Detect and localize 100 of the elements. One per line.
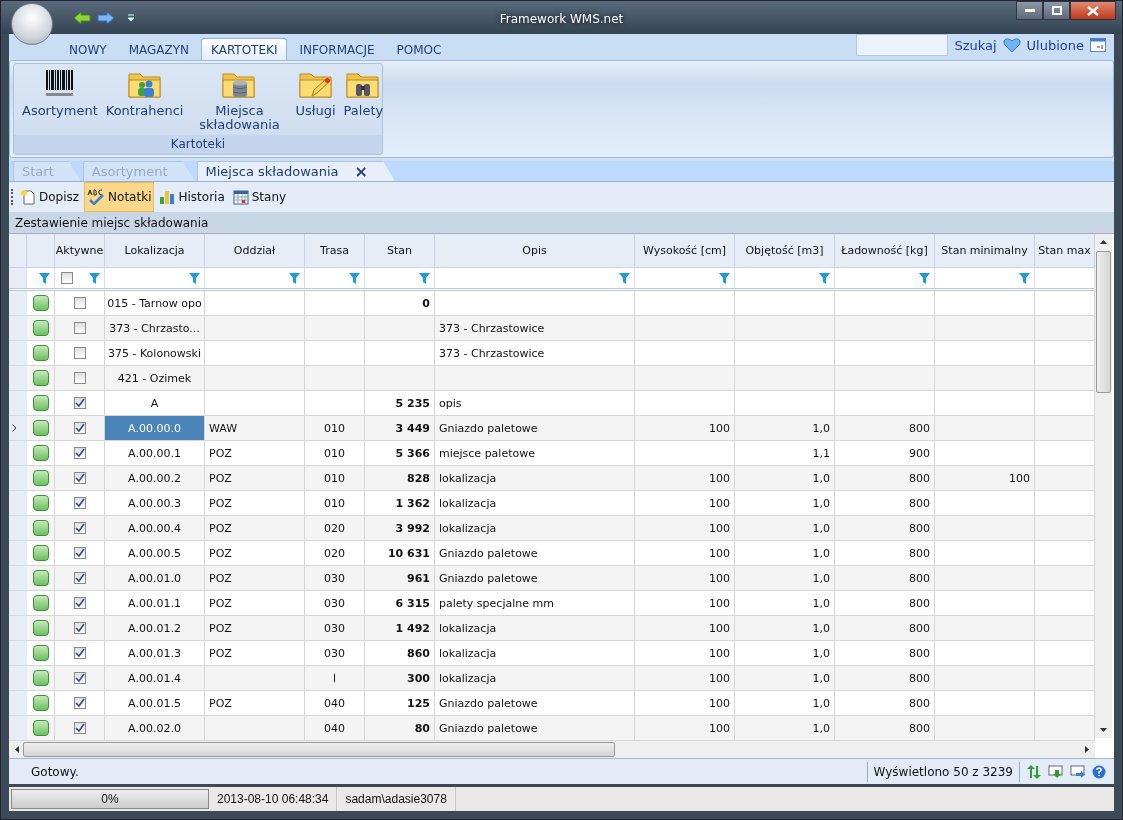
scroll-up-icon[interactable]	[1100, 240, 1107, 244]
column-header[interactable]: Trasa	[305, 234, 365, 268]
ribbon-tab[interactable]: KARTOTEKI	[201, 38, 288, 60]
filter-icon[interactable]	[89, 272, 100, 284]
table-cell: 100	[635, 666, 735, 691]
status-indicator	[32, 695, 49, 711]
active-checkbox[interactable]	[73, 497, 86, 509]
table-cell	[365, 316, 435, 341]
active-checkbox[interactable]	[73, 422, 86, 434]
table-cell: 100	[635, 616, 735, 641]
table-cell: POZ	[205, 516, 305, 541]
column-header[interactable]: Objętość [m3]	[735, 234, 835, 268]
ribbon-button[interactable]: Asortyment	[20, 68, 100, 118]
horizontal-scrollbar[interactable]	[9, 741, 1095, 758]
search-button[interactable]: Szukaj	[954, 37, 997, 53]
status-indicator	[32, 320, 49, 336]
filter-icon[interactable]	[1019, 272, 1030, 284]
active-checkbox[interactable]	[73, 697, 86, 709]
table-cell: A.00.01.4	[105, 666, 205, 691]
toolbar-button[interactable]: Stany	[229, 182, 290, 212]
search-field[interactable]	[856, 34, 949, 56]
scroll-right-icon[interactable]	[1085, 746, 1089, 753]
column-header[interactable]: Stan	[365, 234, 435, 268]
scrollbar-thumb[interactable]	[1096, 251, 1111, 393]
scroll-left-icon[interactable]	[15, 746, 19, 753]
column-header[interactable]: Oddział	[205, 234, 305, 268]
application-orb[interactable]	[11, 3, 53, 45]
table-cell: 030	[305, 616, 365, 641]
table-cell: Gniazdo paletowe	[435, 416, 635, 441]
scrollbar-thumb[interactable]	[23, 742, 615, 757]
help-icon[interactable]	[1092, 764, 1106, 779]
favorites-button[interactable]: Ulubione	[1026, 37, 1084, 53]
status-indicator	[32, 470, 49, 486]
scroll-down-icon[interactable]	[1100, 728, 1107, 732]
maximize-button[interactable]	[1043, 1, 1070, 20]
close-button[interactable]	[1070, 1, 1116, 20]
filter-icon[interactable]	[719, 272, 730, 284]
table-cell: WAW	[205, 416, 305, 441]
ribbon-button[interactable]: Kontrahenci	[103, 68, 186, 118]
import-icon[interactable]	[1048, 764, 1064, 779]
active-checkbox[interactable]	[73, 547, 86, 559]
ribbon-tab[interactable]: MAGAZYN	[118, 38, 199, 60]
spellcheck-icon	[87, 189, 106, 205]
active-checkbox[interactable]	[73, 522, 86, 534]
column-header[interactable]: Ładowność [kg]	[835, 234, 935, 268]
window-layout-icon[interactable]	[1090, 38, 1106, 52]
active-checkbox[interactable]	[73, 447, 86, 459]
active-checkbox[interactable]	[73, 347, 86, 359]
active-checkbox[interactable]	[73, 572, 86, 584]
toolbar-button[interactable]: Dopisz	[17, 182, 83, 212]
filter-checkbox[interactable]	[61, 272, 73, 284]
toolbar-button[interactable]: Notatki	[84, 182, 155, 212]
table-cell: 100	[635, 466, 735, 491]
ribbon-tab[interactable]: INFORMACJE	[289, 38, 385, 60]
status-indicator	[32, 620, 49, 636]
table-cell: 1,0	[735, 416, 835, 441]
active-checkbox[interactable]	[73, 297, 86, 309]
filter-icon[interactable]	[419, 272, 430, 284]
active-checkbox[interactable]	[73, 647, 86, 659]
ribbon-button[interactable]: Palety	[341, 68, 386, 118]
active-checkbox[interactable]	[73, 672, 86, 684]
active-checkbox[interactable]	[73, 597, 86, 609]
filter-icon[interactable]	[189, 272, 200, 284]
column-header[interactable]: Wysokość [cm]	[635, 234, 735, 268]
refresh-icon[interactable]	[1026, 764, 1042, 779]
toolbar-button[interactable]: Historia	[156, 182, 228, 212]
filter-icon[interactable]	[619, 272, 630, 284]
filter-icon[interactable]	[819, 272, 830, 284]
filter-icon[interactable]	[919, 272, 930, 284]
status-indicator	[32, 720, 49, 736]
active-checkbox[interactable]	[73, 322, 86, 334]
filter-icon[interactable]	[289, 272, 300, 284]
export-icon[interactable]	[1070, 764, 1086, 779]
filter-icon[interactable]	[39, 272, 50, 284]
table-cell: 800	[835, 666, 935, 691]
table-cell: Gniazdo paletowe	[435, 566, 635, 591]
active-checkbox[interactable]	[73, 622, 86, 634]
ribbon-tab[interactable]: NOWY	[59, 38, 117, 60]
vertical-scrollbar[interactable]	[1095, 234, 1112, 738]
ribbon-button[interactable]: Miejsca składowania	[195, 68, 284, 132]
active-checkbox[interactable]	[73, 722, 86, 734]
status-indicator	[32, 670, 49, 686]
column-header[interactable]: Lokalizacja	[105, 234, 205, 268]
active-checkbox[interactable]	[73, 397, 86, 409]
document-tab[interactable]: Miejsca składowania ×	[196, 161, 395, 181]
minimize-button[interactable]	[1016, 1, 1043, 20]
user-name: sadam\adasie3078	[337, 787, 456, 811]
column-header[interactable]: Opis	[435, 234, 635, 268]
grid-caption: Zestawienie miejsc składowania	[9, 213, 1114, 233]
forward-arrow-icon[interactable]	[97, 10, 115, 25]
dropdown-caret-icon[interactable]	[127, 13, 135, 22]
active-checkbox[interactable]	[73, 472, 86, 484]
back-arrow-icon[interactable]	[73, 10, 91, 25]
close-tab-button[interactable]: ×	[354, 164, 368, 179]
filter-icon[interactable]	[349, 272, 360, 284]
column-header[interactable]: Aktywne	[55, 234, 105, 268]
ribbon-tab[interactable]: POMOC	[386, 38, 452, 60]
ribbon-button[interactable]: Usługi	[293, 68, 338, 118]
column-header[interactable]: Stan minimalny	[935, 234, 1035, 268]
active-checkbox[interactable]	[73, 372, 86, 384]
